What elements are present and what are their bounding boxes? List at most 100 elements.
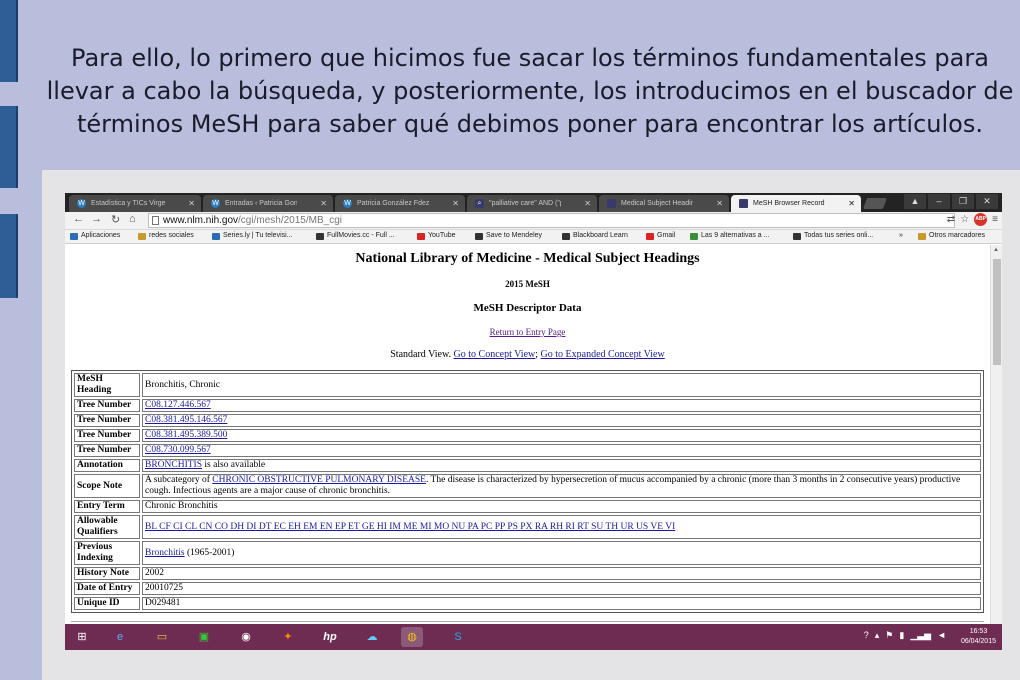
bookmark-label: Todas tus series onli... — [804, 232, 874, 239]
expanded-concept-view-link[interactable]: Go to Expanded Concept View — [541, 349, 665, 360]
network-app-icon[interactable]: ☁ — [361, 627, 383, 647]
table-row: Tree Number C08.381.495.389.500 — [74, 429, 981, 442]
clock-time: 16:53 — [969, 628, 988, 635]
date-of-entry-value: 20010725 — [142, 582, 981, 595]
skype-icon[interactable]: S — [447, 627, 469, 647]
section-heading: MeSH Descriptor Data — [473, 302, 582, 314]
bookmark-label: YouTube — [428, 232, 456, 239]
close-icon[interactable]: ✕ — [716, 195, 723, 212]
home-icon[interactable]: ⌂ — [129, 213, 136, 225]
bookmarks-bar: Aplicaciones redes sociales Series.ly | … — [65, 230, 1002, 244]
tab-mesh-browser-record[interactable]: MeSH Browser Record ✕ — [731, 195, 861, 212]
vertical-scrollbar[interactable]: ▲ — [990, 245, 1002, 624]
minimize-icon[interactable]: – — [928, 194, 950, 209]
file-explorer-icon[interactable]: ▭ — [151, 627, 173, 647]
bookmark-fullmovies[interactable]: FullMovies.cc - Full ... — [316, 232, 395, 240]
back-arrow-icon[interactable]: ← — [73, 213, 84, 225]
store-icon[interactable]: ▣ — [193, 627, 215, 647]
youtube-icon — [417, 233, 425, 240]
scrollbar-thumb[interactable] — [993, 259, 1001, 365]
search-icon: ⌕ — [475, 199, 484, 208]
close-icon[interactable]: ✕ — [848, 195, 855, 212]
table-row: Allowable Qualifiers BL CF CI CL CN CO D… — [74, 515, 981, 539]
slide-caption: Para ello, lo primero que hicimos fue sa… — [46, 44, 1014, 138]
new-tab-button[interactable] — [862, 198, 888, 209]
table-row: Unique ID D029481 — [74, 597, 981, 610]
table-row: Entry Term Chronic Bronchitis — [74, 500, 981, 513]
bookmark-otros-marcadores[interactable]: Otros marcadores — [918, 232, 986, 240]
tree-number-link[interactable]: C08.381.495.389.500 — [145, 430, 227, 440]
bookmark-youtube[interactable]: YouTube — [417, 232, 456, 240]
chrome-icon[interactable]: ◍ — [401, 627, 423, 647]
nlm-icon — [607, 199, 616, 208]
close-icon[interactable]: ✕ — [584, 195, 591, 212]
menu-icon[interactable]: ≡ — [992, 214, 998, 225]
folder-icon — [918, 233, 926, 240]
divider — [71, 621, 984, 622]
address-bar[interactable]: www.nlm.nih.gov/cgi/mesh/2015/MB_cgi — [148, 213, 955, 228]
row-label: Annotation — [74, 459, 140, 472]
return-to-entry-link[interactable]: Return to Entry Page — [490, 327, 566, 337]
scroll-up-arrow-icon[interactable]: ▲ — [993, 247, 999, 253]
battery-icon[interactable]: ▮ — [899, 630, 904, 641]
bookmark-seriesly[interactable]: Series.ly | Tu televisi... — [212, 232, 293, 240]
tab-estadistica[interactable]: W Estadística y TICs Virgen... ✕ — [69, 195, 201, 212]
toolbar-right: ⇄ ☆ ABP ≡ — [947, 213, 998, 226]
table-row: MeSH Heading Bronchitis, Chronic — [74, 373, 981, 397]
seriesly-icon — [212, 233, 220, 240]
web-page: National Library of Medicine - Medical S… — [65, 245, 1002, 624]
taskbar-clock[interactable]: 16:53 06/04/2015 — [961, 627, 996, 647]
volume-icon[interactable]: ◄ — [937, 630, 946, 641]
bookmark-alternativas[interactable]: Las 9 alternativas a ... — [690, 232, 769, 240]
bookmark-mendeley[interactable]: Save to Mendeley — [475, 232, 542, 240]
adblock-icon[interactable]: ABP — [974, 213, 988, 226]
annotation-link[interactable]: BRONCHITIS — [145, 460, 202, 470]
hp-icon[interactable]: hp — [319, 627, 341, 647]
tree-number-link[interactable]: C08.730.099.567 — [145, 445, 211, 455]
mesh-heading-value: Bronchitis, Chronic — [142, 373, 981, 397]
tree-number-link[interactable]: C08.381.495.146.567 — [145, 415, 227, 425]
help-icon[interactable]: ? — [864, 630, 869, 641]
translate-icon[interactable]: ⇄ — [947, 214, 955, 225]
tree-number-link[interactable]: C08.127.446.567 — [145, 400, 211, 410]
bookmark-gmail[interactable]: Gmail — [646, 232, 675, 240]
row-label: Tree Number — [74, 414, 140, 427]
previous-indexing-link[interactable]: Bronchitis — [145, 548, 185, 558]
page-title: National Library of Medicine - Medical S… — [355, 251, 700, 266]
tab-medical-subject-headings[interactable]: Medical Subject Headings... ✕ — [599, 195, 729, 212]
close-window-icon[interactable]: ✕ — [976, 194, 998, 209]
internet-explorer-icon[interactable]: e — [109, 627, 131, 647]
close-icon[interactable]: ✕ — [188, 195, 195, 212]
tab-patricia[interactable]: W Patricia González Fdez ✕ — [335, 195, 465, 212]
bookmark-label: Otros marcadores — [929, 232, 986, 239]
bookmark-star-icon[interactable]: ☆ — [960, 214, 969, 225]
slide-decoration-bar — [0, 214, 18, 298]
bookmark-todas-series[interactable]: Todas tus series onli... — [793, 232, 874, 240]
table-row: History Note 2002 — [74, 567, 981, 580]
bookmarks-overflow-chevron[interactable]: » — [899, 232, 903, 239]
bookmark-redes-sociales[interactable]: redes sociales — [138, 232, 194, 240]
close-icon[interactable]: ✕ — [320, 195, 327, 212]
show-hidden-icons-icon[interactable]: ▴ — [875, 630, 880, 641]
close-icon[interactable]: ✕ — [452, 195, 459, 212]
signal-icon[interactable]: ▁▃▅ — [910, 630, 931, 641]
bookmark-blackboard[interactable]: Blackboard Learn — [562, 232, 628, 240]
tab-entradas[interactable]: W Entradas ‹ Patricia González... ✕ — [203, 195, 333, 212]
entry-term-value: Chronic Bronchitis — [142, 500, 981, 513]
mesh-year: 2015 MeSH — [505, 279, 550, 289]
bookmark-page-icon — [690, 233, 698, 240]
user-icon[interactable]: ▲ — [904, 194, 926, 209]
forward-arrow-icon[interactable]: → — [91, 213, 102, 225]
qualifiers-links[interactable]: BL CF CI CL CN CO DH DI DT EC EH EM EN E… — [145, 522, 675, 532]
photo-app-icon[interactable]: ✦ — [277, 627, 299, 647]
windows-start-icon[interactable]: ⊞ — [71, 627, 93, 647]
reload-icon[interactable]: ↻ — [111, 213, 120, 226]
maximize-icon[interactable]: ❐ — [952, 194, 974, 209]
tab-label: Entradas ‹ Patricia González... — [225, 200, 297, 207]
flag-icon[interactable]: ⚑ — [885, 630, 893, 641]
media-player-icon[interactable]: ◉ — [235, 627, 257, 647]
bookmark-apps[interactable]: Aplicaciones — [70, 232, 120, 240]
concept-view-link[interactable]: Go to Concept View — [454, 349, 536, 360]
tab-palliative[interactable]: ⌕ "palliative care" AND ("pa... ✕ — [467, 195, 597, 212]
copd-link[interactable]: CHRONIC OBSTRUCTIVE PULMONARY DISEASE — [212, 475, 426, 485]
